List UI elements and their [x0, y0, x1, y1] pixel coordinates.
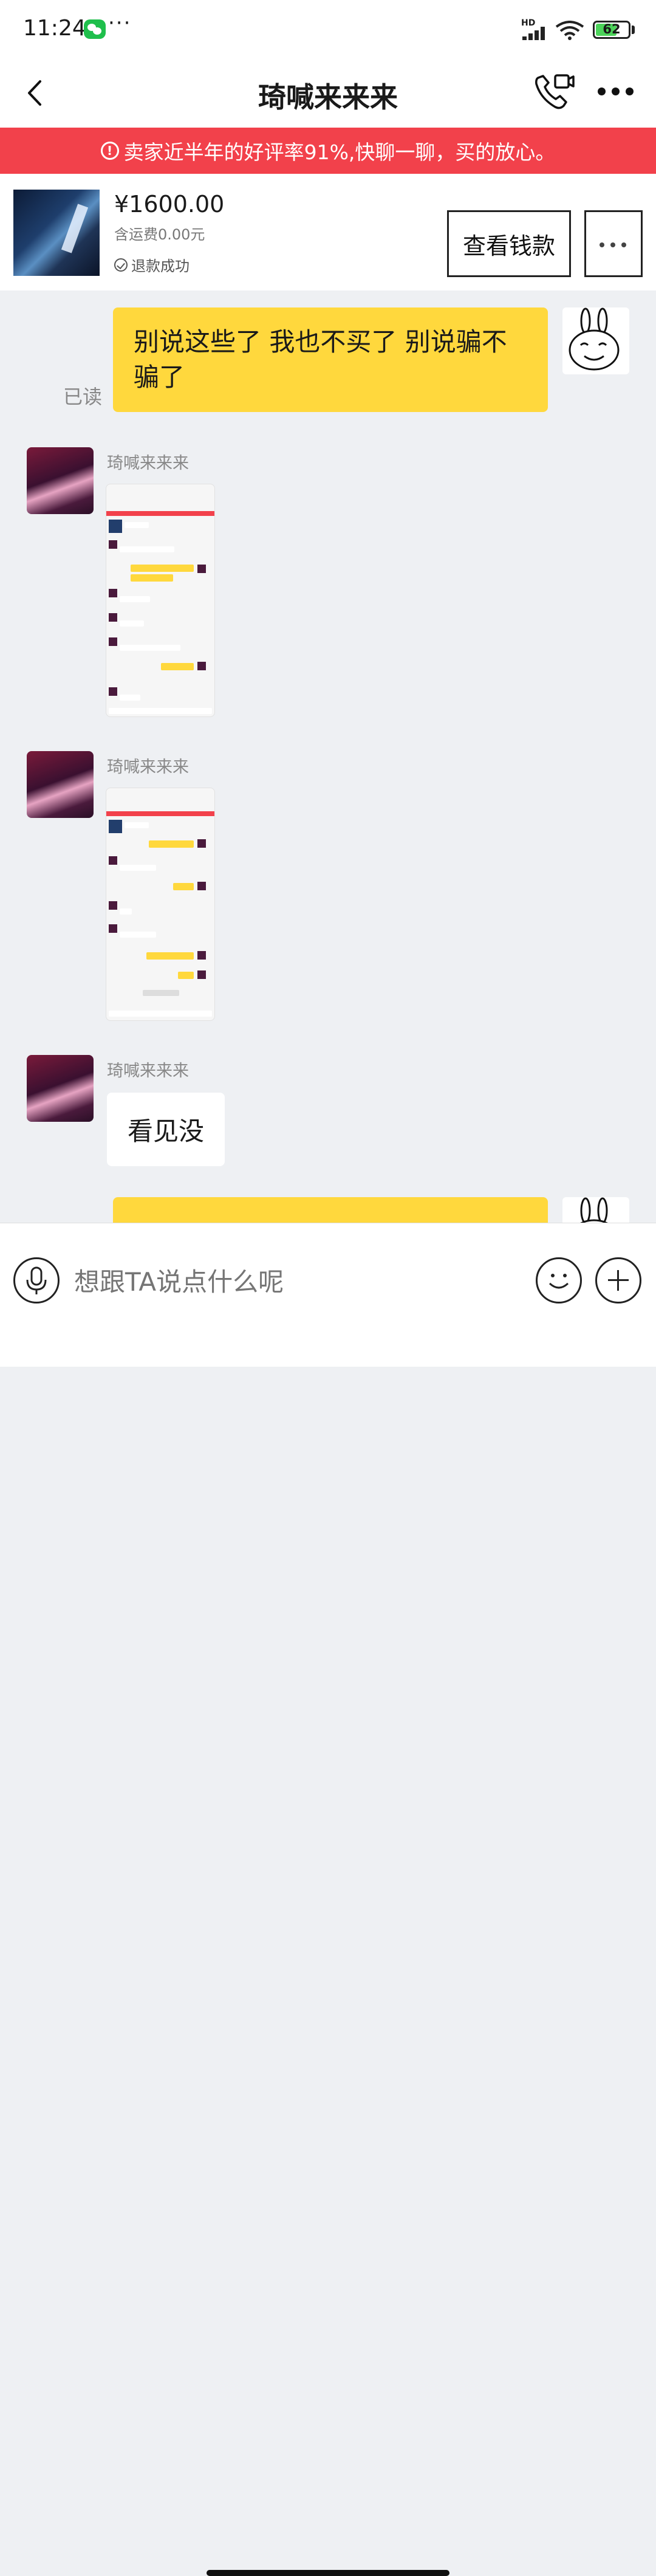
sender-name: 琦喊来来来 — [107, 758, 189, 777]
product-thumbnail[interactable] — [13, 190, 100, 276]
check-circle-icon — [114, 258, 128, 272]
wechat-icon — [84, 19, 106, 39]
voice-video-call-icon[interactable] — [533, 72, 576, 112]
seller-rating-banner: ! 卖家近半年的好评率91%,快聊一聊，买的放心。 — [0, 128, 656, 174]
seller-avatar[interactable] — [27, 447, 94, 514]
battery-icon: 62 — [593, 21, 630, 39]
message-text: 别说这些了 我也不买了 别说骗不骗了 — [134, 327, 507, 392]
banner-text: 卖家近半年的好评率91%,快聊一聊，买的放心。 — [123, 140, 556, 164]
sender-name: 琦喊来来来 — [107, 454, 189, 473]
read-status: 已读 — [63, 385, 103, 408]
battery-level: 62 — [603, 22, 621, 36]
more-options-icon[interactable] — [598, 88, 634, 96]
voice-input-button[interactable] — [13, 1257, 60, 1303]
chat-header: 琦喊来来来 — [0, 58, 656, 128]
product-price: ¥1600.00 — [114, 191, 225, 218]
image-message[interactable] — [106, 788, 215, 1021]
refund-status-label: 退款成功 — [131, 258, 190, 275]
seller-avatar[interactable] — [27, 1055, 94, 1122]
incoming-message[interactable]: 看见没 — [107, 1093, 225, 1166]
outgoing-message[interactable] — [113, 1197, 548, 1223]
product-card: ¥1600.00 含运费0.00元 退款成功 查看钱款 — [0, 174, 656, 290]
signal-icon — [522, 27, 548, 40]
chat-input-bar — [0, 1223, 656, 2576]
shipping-info: 含运费0.00元 — [114, 226, 205, 243]
emoji-button[interactable] — [536, 1257, 582, 1303]
status-bar: 11:24 ··· HD 62 — [0, 0, 656, 58]
battery-tip — [632, 26, 635, 34]
outgoing-message[interactable]: 别说这些了 我也不买了 别说骗不骗了 — [113, 307, 548, 412]
microphone-icon — [26, 1266, 47, 1294]
notification-more-icon: ··· — [108, 11, 132, 35]
product-more-button[interactable] — [584, 210, 643, 277]
smiley-icon — [548, 1274, 569, 1289]
my-avatar[interactable] — [562, 307, 629, 374]
add-attachment-button[interactable] — [595, 1257, 641, 1303]
view-money-button[interactable]: 查看钱款 — [447, 210, 571, 277]
message-input[interactable] — [73, 1257, 525, 1307]
status-time: 11:24 — [23, 16, 86, 41]
home-indicator[interactable] — [207, 2570, 449, 2576]
warning-icon: ! — [100, 142, 119, 160]
my-avatar[interactable] — [562, 1197, 629, 1223]
sender-name: 琦喊来来来 — [107, 1062, 189, 1080]
seller-avatar[interactable] — [27, 751, 94, 818]
wifi-icon — [555, 21, 584, 40]
chat-message-list[interactable]: 别说这些了 我也不买了 别说骗不骗了 已读 琦喊来来来 琦喊来来来 琦喊来来来 … — [0, 290, 656, 1223]
image-message[interactable] — [106, 484, 215, 717]
refund-status: 退款成功 — [114, 254, 190, 275]
bunny-avatar-icon — [580, 1197, 608, 1223]
bunny-avatar-icon — [569, 307, 620, 371]
message-text: 看见没 — [128, 1116, 205, 1146]
